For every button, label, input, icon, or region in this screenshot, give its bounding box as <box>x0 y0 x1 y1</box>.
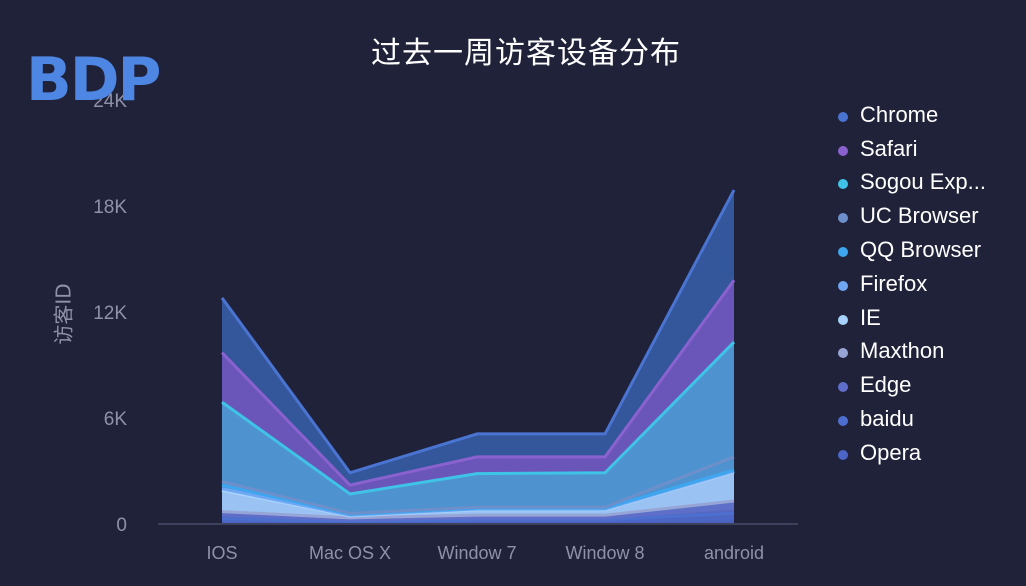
legend-dot-icon <box>838 280 848 291</box>
legend-item-firefox[interactable]: Firefox <box>838 267 986 301</box>
legend-item-baidu[interactable]: baidu <box>838 402 986 436</box>
y-axis-ticks: 06K12K18K24K <box>93 91 127 536</box>
y-tick-label: 12K <box>93 303 127 324</box>
x-tick-label: Window 7 <box>437 543 516 563</box>
legend-dot-icon <box>838 111 848 122</box>
legend-label: Maxthon <box>860 338 945 364</box>
legend-item-chrome[interactable]: Chrome <box>838 98 986 132</box>
legend-label: Safari <box>860 135 918 161</box>
legend-label: Chrome <box>860 101 939 127</box>
legend-item-sogou-exp[interactable]: Sogou Exp... <box>838 166 986 200</box>
legend-item-ie[interactable]: IE <box>838 301 986 335</box>
legend-label: Firefox <box>860 270 928 296</box>
legend-item-safari[interactable]: Safari <box>838 132 986 166</box>
legend-label: QQ Browser <box>860 237 982 263</box>
legend: Chrome Safari Sogou Exp... UC Browser QQ Bro… <box>838 98 986 470</box>
y-tick-label: 6K <box>104 409 128 430</box>
legend-label: UC Browser <box>860 203 979 229</box>
bdp-logo: BDP <box>26 45 162 115</box>
legend-label: IE <box>860 304 881 330</box>
legend-item-maxthon[interactable]: Maxthon <box>838 335 986 369</box>
legend-item-uc-browser[interactable]: UC Browser <box>838 199 986 233</box>
legend-label: baidu <box>860 406 914 432</box>
legend-label: Opera <box>860 439 922 465</box>
legend-item-opera[interactable]: Opera <box>838 436 986 470</box>
legend-dot-icon <box>838 348 848 359</box>
legend-dot-icon <box>838 145 848 156</box>
legend-dot-icon <box>838 179 848 190</box>
x-axis-ticks: IOS Mac OS X Window 7 Window 8 android <box>206 543 764 563</box>
x-tick-label: Window 8 <box>565 543 644 563</box>
y-tick-label: 18K <box>93 197 127 218</box>
legend-dot-icon <box>838 247 848 258</box>
legend-dot-icon <box>838 213 848 224</box>
x-tick-label: Mac OS X <box>309 543 391 563</box>
x-tick-label: IOS <box>206 543 237 563</box>
legend-label: Edge <box>860 372 912 398</box>
legend-item-qq-browser[interactable]: QQ Browser <box>838 233 986 267</box>
legend-dot-icon <box>838 382 848 393</box>
legend-dot-icon <box>838 449 848 460</box>
legend-item-edge[interactable]: Edge <box>838 368 986 402</box>
x-tick-label: android <box>704 543 764 563</box>
legend-dot-icon <box>838 416 848 427</box>
legend-dot-icon <box>838 314 848 325</box>
legend-label: Sogou Exp... <box>860 169 986 195</box>
y-tick-label: 0 <box>116 515 127 536</box>
